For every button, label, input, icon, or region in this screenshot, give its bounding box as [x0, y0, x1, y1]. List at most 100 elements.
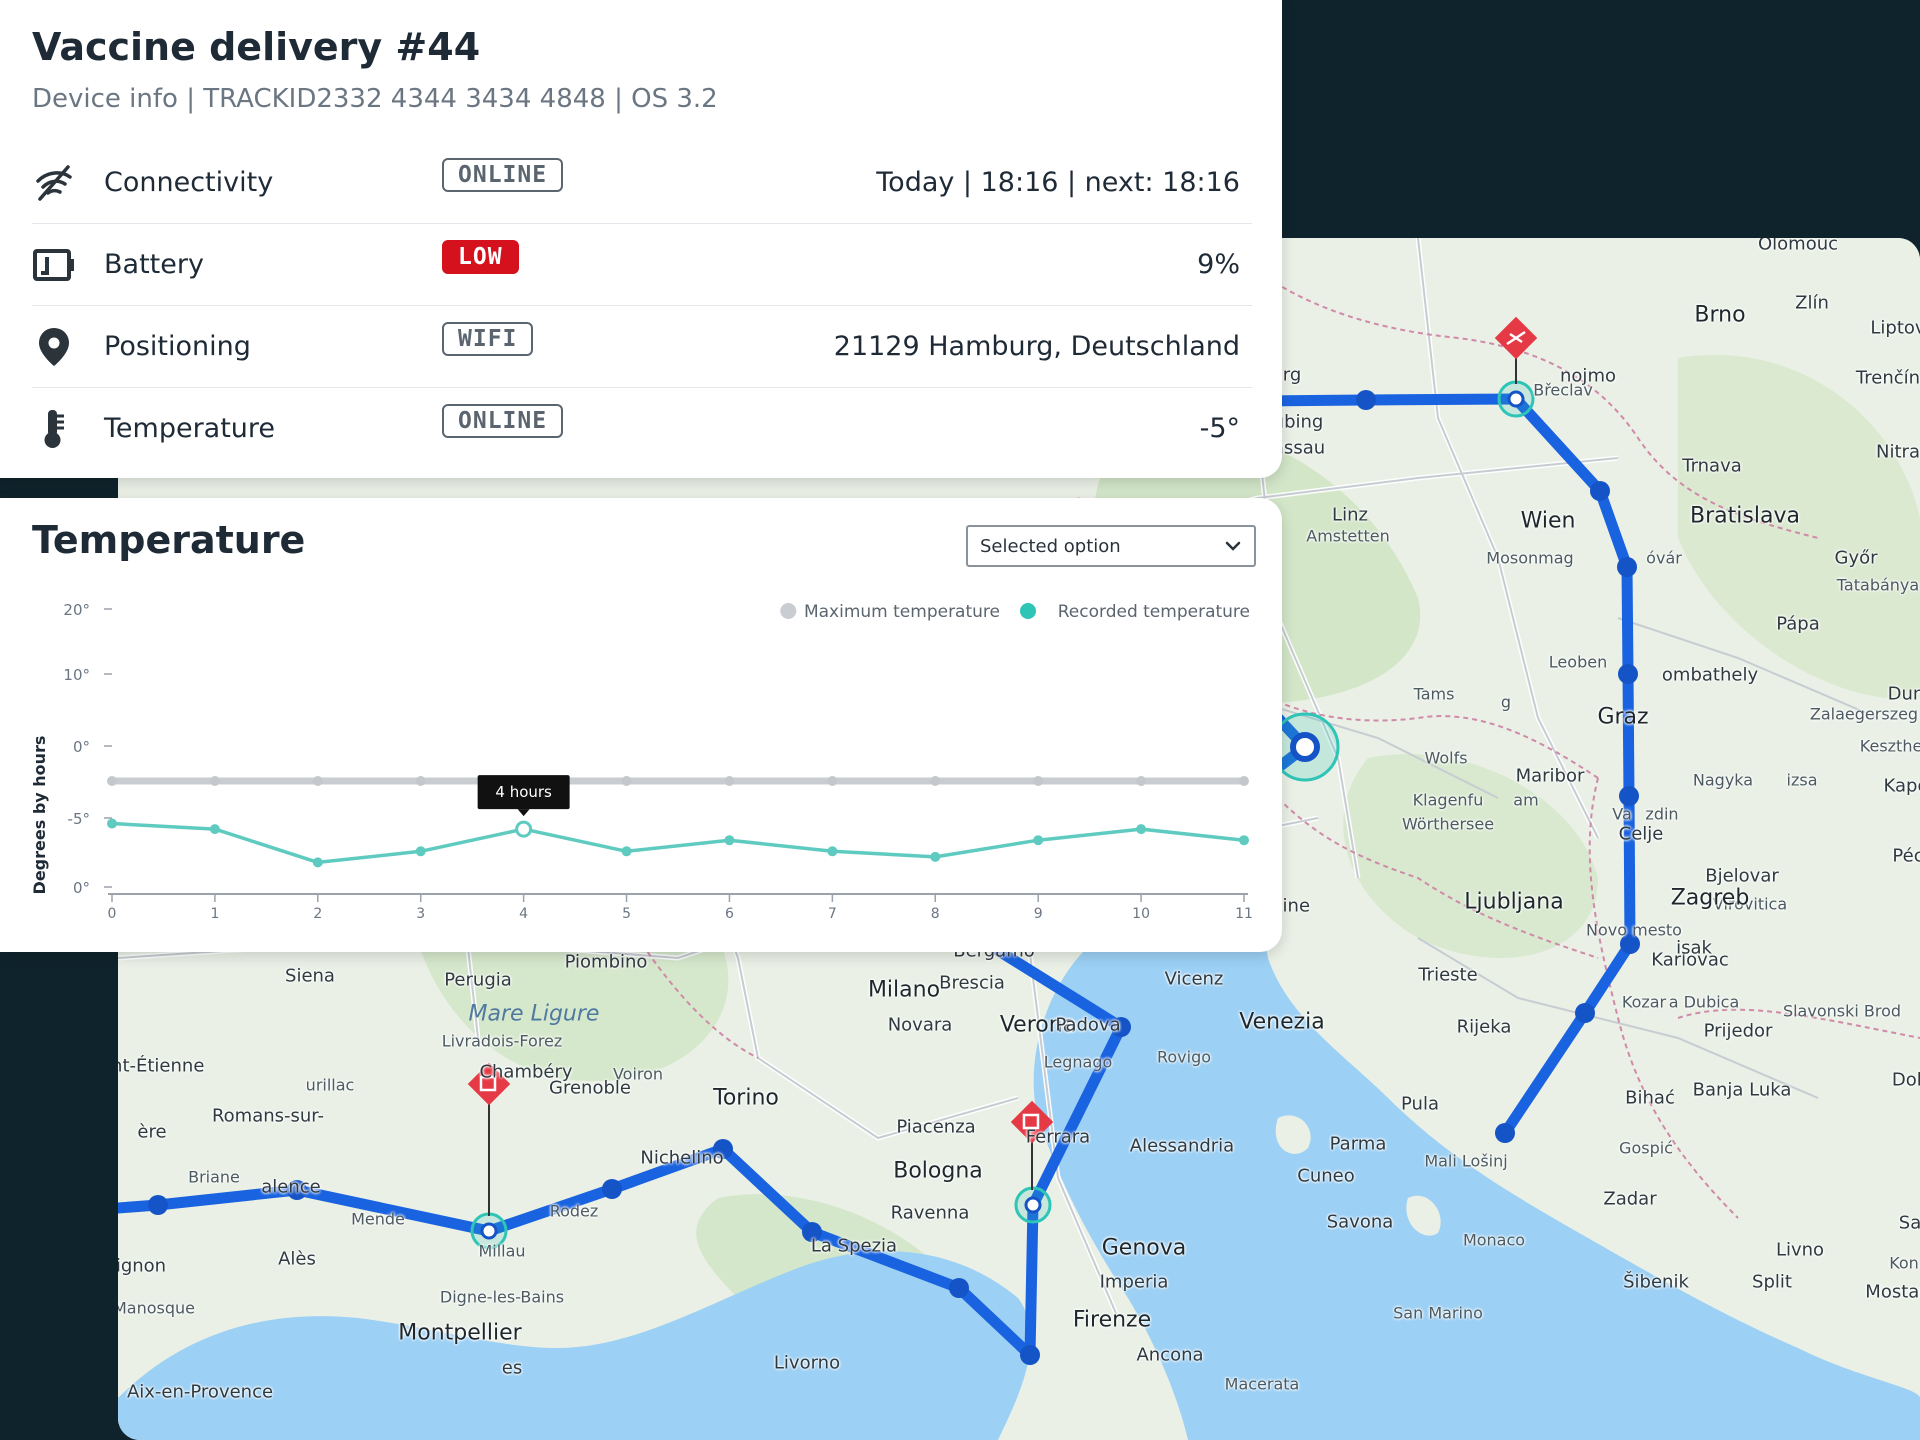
- map-place-label: Livorno: [773, 1352, 841, 1374]
- map-place-label: Novara: [887, 1014, 953, 1036]
- map-place-label: Trenčín: [1855, 367, 1920, 389]
- map-place-label: Prijedor: [1703, 1020, 1773, 1042]
- map-place-label: óvár: [1646, 548, 1682, 568]
- map-place-label: Zadar: [1603, 1188, 1657, 1210]
- map-place-label: Wien: [1520, 508, 1576, 534]
- map-place-label: ère: [137, 1121, 167, 1143]
- signal-off-icon: [32, 161, 76, 205]
- y-tick-label: 10°: [63, 666, 90, 684]
- map-place-label: San Marino: [1393, 1303, 1483, 1323]
- map-place-label: Grenoble: [549, 1077, 631, 1099]
- map-place-label: Ferrara: [1025, 1126, 1091, 1148]
- map-place-label: Zagreb: [1670, 885, 1750, 911]
- recorded-temperature-line: [110, 821, 1246, 865]
- map-place-label: Mare Ligure: [468, 1001, 600, 1027]
- x-tick-label: 3: [416, 906, 425, 922]
- device-info-rows: Connectivity ONLINE Today | 18:16 | next…: [32, 142, 1252, 469]
- map-place-label: Bologna: [893, 1158, 983, 1184]
- info-label: Temperature: [104, 413, 276, 444]
- map-place-label: Nagyka: [1692, 770, 1754, 790]
- max-temperature-point: [1136, 776, 1147, 786]
- x-tick-label: 1: [210, 906, 219, 922]
- map-place-label: Rovigo: [1156, 1047, 1212, 1067]
- recorded-temperature-point: [107, 818, 117, 829]
- recorded-temperature-point: [1136, 824, 1147, 835]
- map-place-label: Milano: [867, 977, 941, 1003]
- recorded-temperature-point: [209, 824, 220, 835]
- map-place-label: Klagenfu: [1412, 790, 1484, 810]
- map-place-label: Maribor: [1515, 765, 1585, 787]
- map-place-label: Győr: [1834, 547, 1878, 569]
- info-value: 21129 Hamburg, Deutschland: [833, 331, 1240, 362]
- map-place-label: Macerata: [1224, 1374, 1300, 1394]
- map-place-label: Split: [1752, 1271, 1792, 1293]
- temperature-card: 20° 10° 0° -5° 0° Degrees by hours 0 1 2 3 4 5 6 7 8 9 1…: [0, 498, 1282, 952]
- map-place-label: Cuneo: [1297, 1165, 1355, 1187]
- x-tick-label: 11: [1235, 906, 1253, 922]
- option-select[interactable]: Selected option: [966, 525, 1256, 567]
- recorded-temperature-point: [724, 835, 735, 846]
- map-place-label: Sa: [1898, 1212, 1920, 1234]
- map-place-label: Kapo: [1883, 775, 1920, 797]
- max-temperature-point: [827, 776, 838, 786]
- map-place-label: Digne-les-Bains: [439, 1287, 565, 1307]
- info-row-positioning: Positioning WIFI 21129 Hamburg, Deutschl…: [32, 306, 1252, 388]
- map-place-label: Bratislava: [1690, 503, 1800, 529]
- x-tick-label: 7: [828, 906, 837, 922]
- map-place-label: zdin: [1645, 804, 1679, 824]
- legend-dot: [1020, 603, 1036, 619]
- map-place-label: Piombino: [564, 951, 648, 973]
- map-place-label: Livno: [1775, 1239, 1825, 1261]
- map-place-label: Alès: [278, 1248, 316, 1270]
- battery-icon: [32, 243, 76, 287]
- info-label: Battery: [104, 249, 204, 280]
- x-tick-label: 8: [931, 906, 940, 922]
- device-subtitle: Device info | TRACKID2332 4344 3434 4848…: [32, 84, 718, 114]
- recorded-temperature-point: [1033, 835, 1044, 846]
- map-place-label: ombathely: [1661, 664, 1759, 686]
- map-place-label: Mosonmag: [1486, 548, 1574, 568]
- map-place-label: Banja Luka: [1692, 1079, 1792, 1101]
- map-place-label: Va: [1612, 804, 1632, 824]
- map-place-label: Pápa: [1776, 613, 1820, 635]
- map-place-label: Piacenza: [896, 1116, 976, 1138]
- map-place-label: alence: [261, 1176, 321, 1198]
- map-place-label: La Spezia: [810, 1235, 898, 1257]
- map-place-label: Torino: [713, 1085, 779, 1111]
- max-temperature-point: [107, 776, 117, 786]
- map-place-label: Linz: [1332, 504, 1368, 526]
- map-place-label: Zlín: [1795, 292, 1829, 314]
- map-place-label: Péc: [1892, 845, 1920, 867]
- map-place-label: Vicenz: [1164, 968, 1224, 990]
- map-place-label: Dob: [1891, 1069, 1920, 1091]
- x-tick-label: 9: [1034, 906, 1043, 922]
- legend-label: Maximum temperature: [804, 602, 1000, 622]
- map-place-label: es: [501, 1357, 523, 1379]
- recorded-temperature-point: [827, 846, 838, 857]
- device-title: Vaccine delivery #44: [32, 25, 481, 69]
- select-value: Selected option: [980, 535, 1121, 557]
- map-place-label: isak: [1676, 937, 1712, 959]
- map-place-label: Kozar: [1621, 992, 1667, 1012]
- map-place-label: izsa: [1786, 770, 1818, 790]
- map-place-label: Tams: [1413, 684, 1455, 704]
- max-temperature-point: [1033, 776, 1044, 786]
- map-place-label: Ljubljana: [1464, 889, 1564, 915]
- map-place-label: Tatabánya: [1836, 575, 1920, 595]
- map-place-label: Romans-sur-: [211, 1105, 325, 1127]
- y-tick-label: -5°: [68, 810, 90, 828]
- map-place-label: Bjelovar: [1705, 865, 1779, 887]
- map-place-label: Břeclav: [1533, 380, 1593, 400]
- map-place-label: Wörthersee: [1401, 814, 1495, 834]
- status-badge: LOW: [442, 240, 519, 274]
- map-place-label: Aix-en-Provence: [126, 1381, 274, 1403]
- device-info-card: Vaccine delivery #44 Device info | TRACK…: [0, 0, 1282, 478]
- map-place-label: Monaco: [1462, 1230, 1526, 1250]
- map-place-label: Novo mesto: [1586, 920, 1682, 940]
- map-place-label: Olomouc: [1757, 238, 1839, 255]
- recorded-point-highlight: [515, 820, 533, 838]
- map-place-label: Venezia: [1239, 1009, 1325, 1035]
- map-place-label: Briane: [188, 1167, 240, 1187]
- max-temperature-point: [312, 776, 323, 786]
- max-temperature-point: [1239, 776, 1249, 786]
